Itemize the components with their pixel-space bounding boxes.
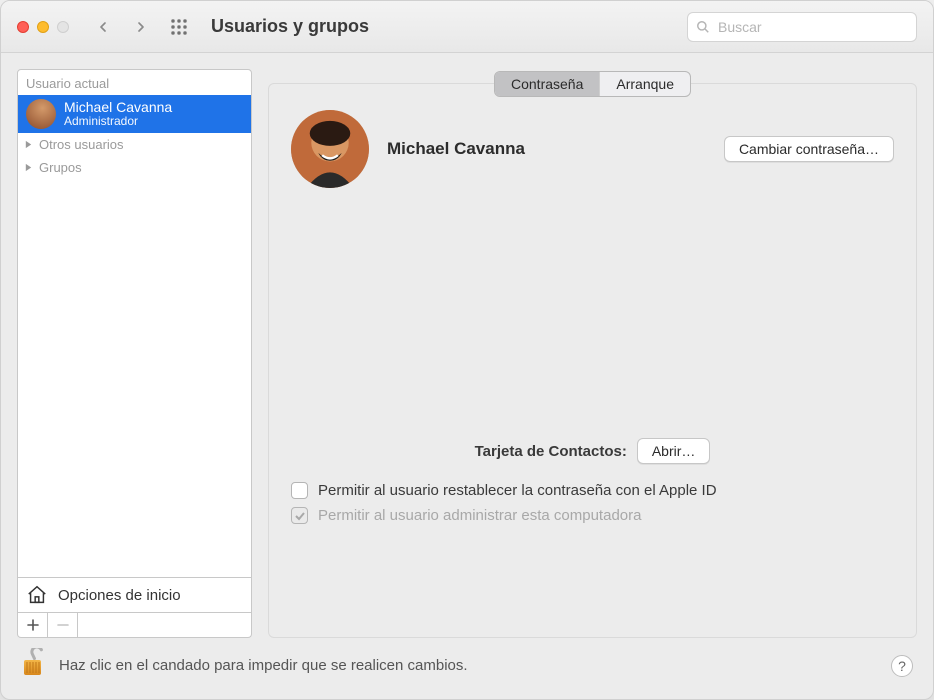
allow-reset-label: Permitir al usuario restablecer la contr… bbox=[318, 482, 717, 499]
sidebar-groups[interactable]: Grupos bbox=[18, 156, 251, 179]
chevron-right-icon bbox=[24, 163, 33, 172]
change-password-button[interactable]: Cambiar contraseña… bbox=[724, 136, 894, 162]
help-button[interactable]: ? bbox=[891, 655, 913, 677]
titlebar: Usuarios y grupos bbox=[1, 1, 933, 53]
sidebar-other-users[interactable]: Otros usuarios bbox=[18, 133, 251, 156]
allow-reset-checkbox[interactable] bbox=[291, 482, 308, 499]
sidebar-groups-label: Grupos bbox=[39, 160, 82, 175]
remove-user-button bbox=[48, 613, 78, 637]
main-pane: Contraseña Arranque M bbox=[268, 69, 917, 638]
avatar-icon bbox=[26, 99, 56, 129]
window-body: Usuario actual Michael Cavanna Administr… bbox=[1, 53, 933, 638]
window-title: Usuarios y grupos bbox=[211, 16, 369, 37]
unlocked-padlock-icon bbox=[21, 648, 47, 678]
sidebar: Usuario actual Michael Cavanna Administr… bbox=[17, 69, 252, 638]
tab-password[interactable]: Contraseña bbox=[495, 72, 600, 96]
preferences-window: Usuarios y grupos Usuario actual Michael… bbox=[0, 0, 934, 700]
add-remove-row bbox=[17, 613, 252, 638]
allow-reset-with-appleid-row[interactable]: Permitir al usuario restablecer la contr… bbox=[291, 478, 894, 503]
show-all-prefpanes-button[interactable] bbox=[165, 13, 193, 41]
sidebar-section-current-user: Usuario actual bbox=[18, 70, 251, 95]
zoom-window-button[interactable] bbox=[57, 21, 69, 33]
tab-bar: Contraseña Arranque bbox=[494, 71, 691, 97]
sidebar-other-users-label: Otros usuarios bbox=[39, 137, 124, 152]
footer: Haz clic en el candado para impedir que … bbox=[1, 638, 933, 699]
sidebar-user-current[interactable]: Michael Cavanna Administrador bbox=[18, 95, 251, 133]
open-contacts-card-button[interactable]: Abrir… bbox=[637, 438, 711, 464]
minus-icon bbox=[57, 619, 69, 631]
contacts-row: Tarjeta de Contactos: Abrir… bbox=[291, 438, 894, 464]
plus-icon bbox=[27, 619, 39, 631]
minimize-window-button[interactable] bbox=[37, 21, 49, 33]
search-field[interactable] bbox=[687, 12, 917, 42]
window-controls bbox=[17, 21, 69, 33]
back-button[interactable] bbox=[89, 13, 117, 41]
search-input[interactable] bbox=[716, 18, 908, 36]
user-detail-name: Michael Cavanna bbox=[387, 139, 525, 159]
lock-message: Haz clic en el candado para impedir que … bbox=[59, 657, 468, 674]
allow-admin-row: Permitir al usuario administrar esta com… bbox=[291, 503, 894, 528]
user-avatar[interactable] bbox=[291, 110, 369, 188]
contacts-card-label: Tarjeta de Contactos: bbox=[475, 443, 627, 460]
home-icon bbox=[26, 584, 48, 606]
chevron-right-icon bbox=[24, 140, 33, 149]
sidebar-user-name: Michael Cavanna bbox=[64, 100, 172, 115]
checkmark-icon bbox=[294, 510, 306, 522]
allow-admin-label: Permitir al usuario administrar esta com… bbox=[318, 507, 641, 524]
tab-login-items[interactable]: Arranque bbox=[600, 72, 690, 96]
login-options-button[interactable]: Opciones de inicio bbox=[18, 577, 251, 612]
close-window-button[interactable] bbox=[17, 21, 29, 33]
lock-button[interactable] bbox=[21, 648, 47, 683]
password-pane: Michael Cavanna Cambiar contraseña… Tarj… bbox=[268, 83, 917, 638]
user-header: Michael Cavanna Cambiar contraseña… bbox=[291, 110, 894, 188]
login-options-label: Opciones de inicio bbox=[58, 587, 181, 604]
checkbox-group: Permitir al usuario restablecer la contr… bbox=[291, 478, 894, 528]
forward-button[interactable] bbox=[127, 13, 155, 41]
user-list: Usuario actual Michael Cavanna Administr… bbox=[17, 69, 252, 613]
allow-admin-checkbox bbox=[291, 507, 308, 524]
avatar-image bbox=[291, 110, 369, 188]
sidebar-user-role: Administrador bbox=[64, 114, 172, 128]
add-user-button[interactable] bbox=[18, 613, 48, 637]
search-icon bbox=[696, 20, 710, 34]
